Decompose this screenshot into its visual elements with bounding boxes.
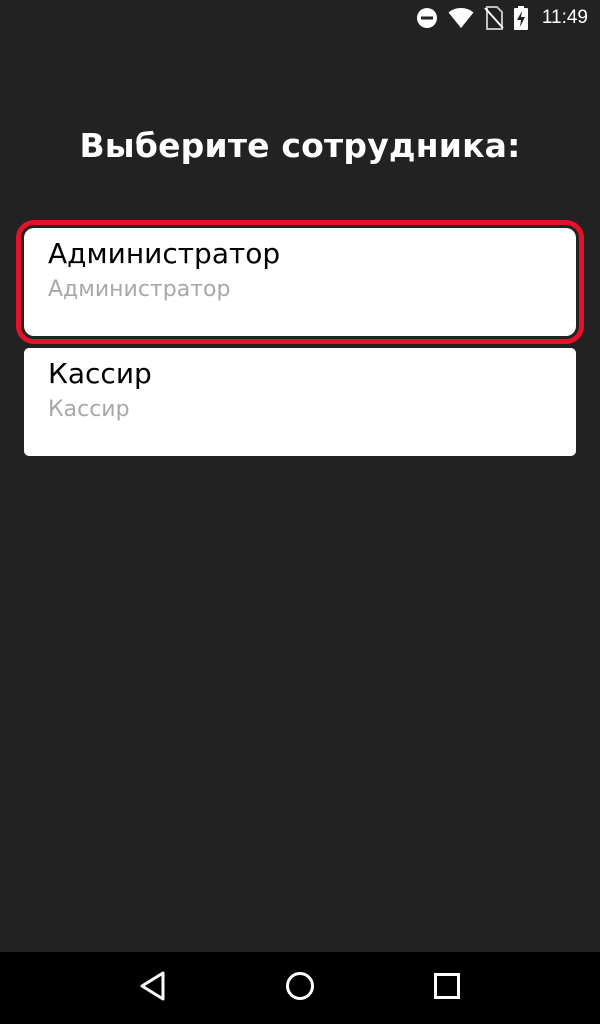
employee-name: Кассир <box>48 357 152 390</box>
employee-card-administrator[interactable]: Администратор Администратор <box>16 220 584 344</box>
home-icon <box>285 971 315 1006</box>
page-title: Выберите сотрудника: <box>79 126 521 165</box>
wifi-icon <box>448 6 474 30</box>
employee-name: Администратор <box>48 237 281 270</box>
employee-role: Администратор <box>48 277 231 302</box>
employee-card-cashier[interactable]: Кассир Кассир <box>24 348 576 456</box>
do-not-disturb-icon <box>416 6 438 30</box>
battery-charging-icon <box>513 6 528 30</box>
status-time: 11:49 <box>541 7 588 28</box>
recents-icon <box>433 972 461 1005</box>
back-icon <box>139 971 167 1006</box>
employee-role: Кассир <box>48 397 130 422</box>
no-sim-icon <box>484 6 504 30</box>
back-button[interactable] <box>123 958 183 1018</box>
status-bar: 11:49 <box>0 0 600 36</box>
navigation-bar <box>0 952 600 1024</box>
employee-list: Администратор Администратор Кассир Касси… <box>16 220 584 468</box>
recents-button[interactable] <box>417 958 477 1018</box>
home-button[interactable] <box>270 958 330 1018</box>
